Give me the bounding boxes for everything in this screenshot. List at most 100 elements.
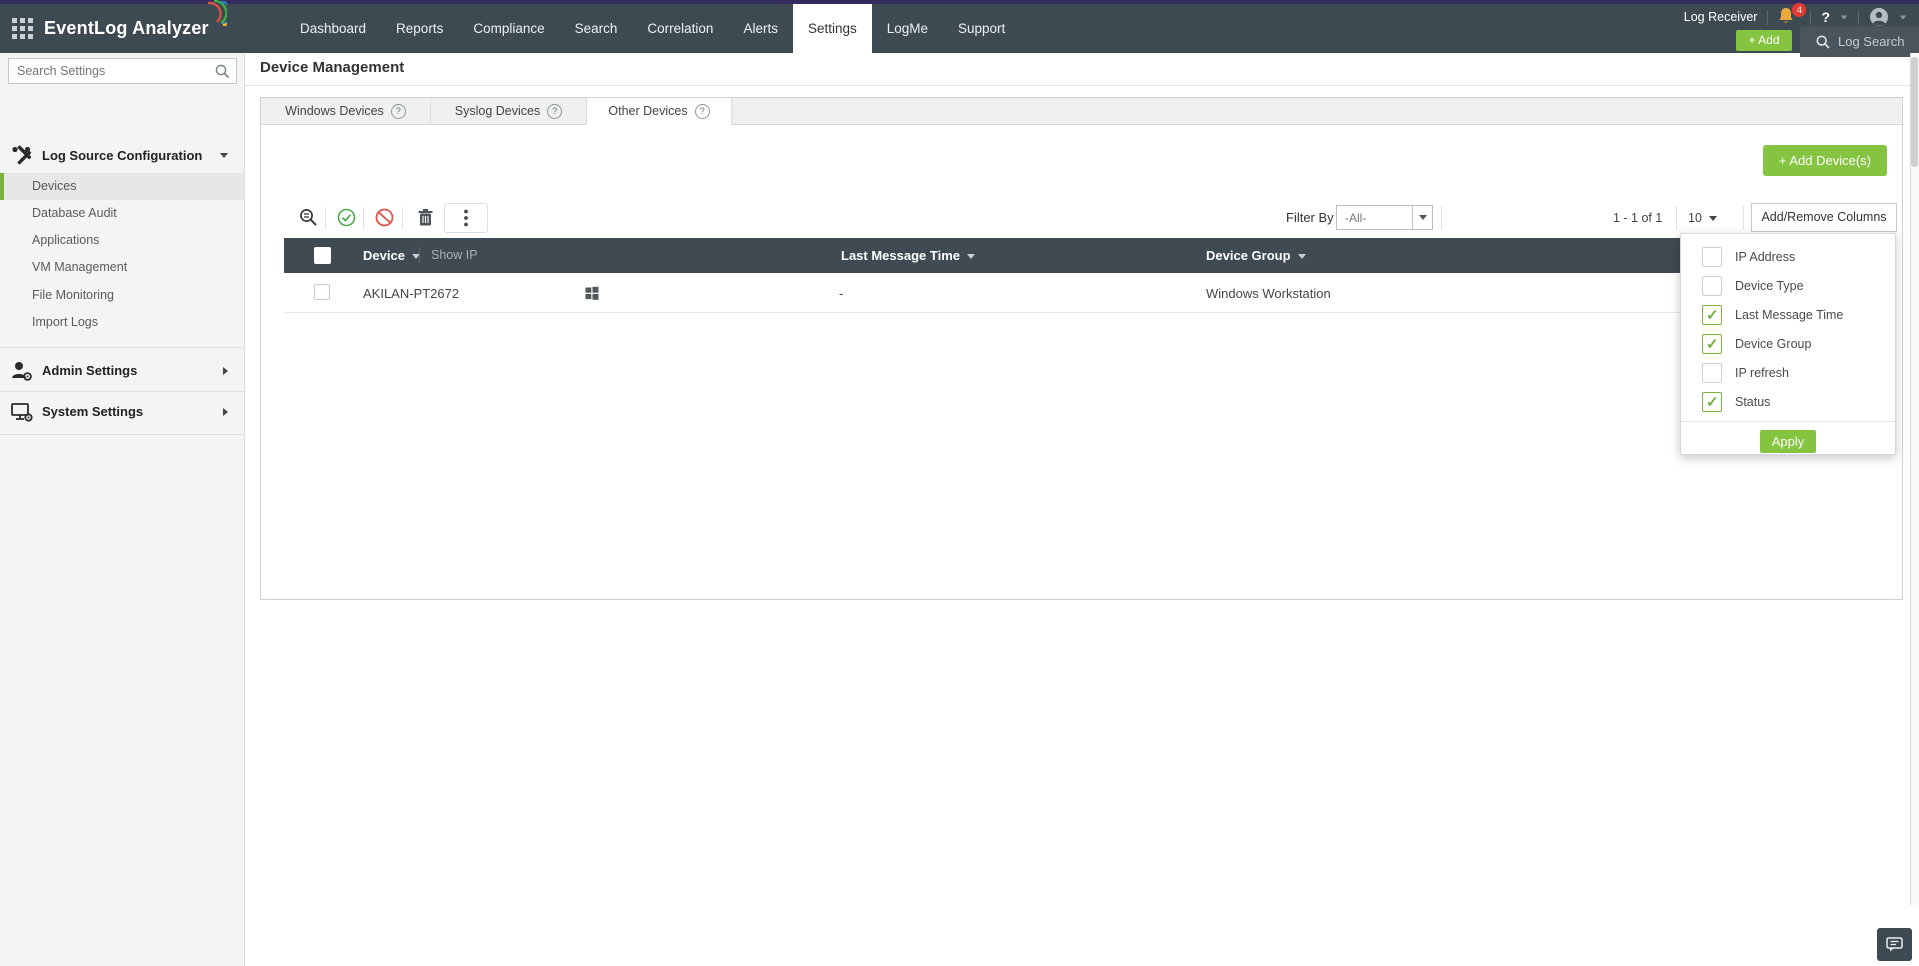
nav-compliance[interactable]: Compliance [458,4,559,53]
select-all-checkbox[interactable] [314,247,331,264]
column-label: Last Message Time [841,248,960,263]
tab-syslog-devices[interactable]: Syslog Devices ? [431,98,587,125]
system-monitor-gear-icon [11,403,33,422]
log-search-button[interactable]: Log Search [1800,26,1919,57]
column-option-last-message-time[interactable]: Last Message Time [1681,300,1895,329]
nav-search[interactable]: Search [560,4,633,53]
apply-button[interactable]: Apply [1759,430,1817,453]
checkbox[interactable] [1702,333,1722,354]
cell-device-name[interactable]: AKILAN-PT2672 [363,286,459,301]
divider [1810,9,1812,25]
tab-windows-devices[interactable]: Windows Devices ? [261,98,431,125]
divider [0,434,244,435]
divider [1767,9,1769,25]
sidebar-item-import-logs[interactable]: Import Logs [0,309,244,336]
checkbox[interactable] [1702,304,1722,325]
filter-by-label: Filter By [1286,210,1334,225]
column-option-label: Device Type [1735,278,1804,293]
search-icon[interactable] [215,64,230,79]
chevron-right-icon [223,408,228,416]
more-actions-kebab-icon[interactable] [444,203,488,233]
column-option-device-group[interactable]: Device Group [1681,329,1895,358]
column-option-ip-refresh[interactable]: IP refresh [1681,358,1895,387]
checkbox[interactable] [1702,391,1722,412]
nav-reports[interactable]: Reports [381,4,458,53]
column-option-device-type[interactable]: Device Type [1681,271,1895,300]
sidebar-group-system-settings[interactable]: System Settings [0,397,244,427]
sidebar-item-database-audit[interactable]: Database Audit [0,200,244,227]
sidebar-item-label: VM Management [32,260,128,274]
divider [0,391,244,392]
top-navbar: EventLog Analyzer Dashboard Reports Comp… [0,0,1919,57]
table-toolbar: Filter By -All- 1 - 1 of 1 10 Add/Remove… [261,203,1902,233]
column-header-last-message-time[interactable]: Last Message Time [841,248,975,263]
search-devices-icon[interactable] [299,208,318,227]
tab-other-devices[interactable]: Other Devices ? [587,98,732,125]
dropdown-footer: Apply [1681,421,1895,461]
sidebar-section-label: Log Source Configuration [42,148,203,163]
search-settings-input[interactable] [9,59,236,83]
enable-device-icon[interactable] [337,208,356,227]
chat-support-button[interactable] [1877,928,1912,961]
apps-grid-icon[interactable] [12,18,34,40]
column-header-device-group[interactable]: Device Group [1206,248,1306,263]
tab-label: Other Devices [608,104,688,118]
sidebar-item-label: Devices [32,179,77,193]
nav-support[interactable]: Support [943,4,1020,53]
notification-count-badge: 4 [1792,3,1807,17]
divider [1676,206,1677,230]
column-option-ip-address[interactable]: IP Address [1681,242,1895,271]
log-search-label: Log Search [1838,34,1905,49]
checkbox[interactable] [1702,362,1722,383]
nav-correlation[interactable]: Correlation [632,4,728,53]
quick-add-button[interactable]: + Add [1736,30,1792,51]
checkbox[interactable] [1702,275,1722,296]
page-title: Device Management [260,59,405,76]
help-circle-icon[interactable]: ? [390,103,406,119]
tab-label: Windows Devices [285,104,384,118]
table-row[interactable]: AKILAN-PT2672 - Windows Workstation [284,273,1889,313]
sidebar-section-log-source-configuration[interactable]: Log Source Configuration [0,141,244,171]
sidebar-item-file-monitoring[interactable]: File Monitoring [0,282,244,309]
divider [402,207,403,229]
divider [0,347,244,348]
help-circle-icon[interactable]: ? [547,103,563,119]
windows-os-icon [585,286,599,300]
sidebar-item-vm-management[interactable]: VM Management [0,254,244,281]
sidebar-item-label: File Monitoring [32,288,114,302]
filter-select[interactable]: -All- [1336,205,1433,230]
device-table-header: Device Show IP Last Message Time Device … [284,238,1889,273]
chevron-down-icon [1899,15,1907,19]
chevron-down-icon[interactable] [1412,206,1432,229]
add-device-button[interactable]: + Add Device(s) [1762,145,1887,176]
nav-logme[interactable]: LogMe [872,4,943,53]
sidebar-item-devices[interactable]: Devices [0,173,244,200]
column-label: Device Group [1206,248,1291,263]
user-avatar-icon[interactable] [1869,7,1889,27]
scrollbar-thumb[interactable] [1911,57,1918,167]
nav-settings[interactable]: Settings [792,4,872,53]
row-checkbox[interactable] [314,284,330,300]
disable-device-icon[interactable] [375,208,394,227]
sidebar-item-applications[interactable]: Applications [0,227,244,254]
nav-dashboard[interactable]: Dashboard [285,4,381,53]
chat-bubble-icon [1886,937,1903,952]
notifications-bell-icon[interactable]: 4 [1778,3,1807,27]
page-size-selector[interactable]: 10 [1688,207,1717,229]
show-ip-toggle[interactable]: Show IP [431,248,478,262]
column-header-device[interactable]: Device [363,248,420,263]
column-option-status[interactable]: Status [1681,387,1895,416]
vertical-scrollbar[interactable] [1910,53,1919,905]
help-menu[interactable]: ? [1821,9,1830,25]
page-size-value: 10 [1688,211,1702,225]
chevron-right-icon [223,367,228,375]
nav-alerts[interactable]: Alerts [728,4,793,53]
sidebar-group-admin-settings[interactable]: Admin Settings [0,356,244,386]
delete-trash-icon[interactable] [417,208,434,227]
log-receiver-link[interactable]: Log Receiver [1684,10,1758,24]
cell-device-group: Windows Workstation [1206,286,1331,301]
help-circle-icon[interactable]: ? [694,103,710,119]
add-remove-columns-button[interactable]: Add/Remove Columns [1751,203,1897,232]
checkbox[interactable] [1702,246,1722,267]
chevron-down-icon [1840,15,1848,19]
